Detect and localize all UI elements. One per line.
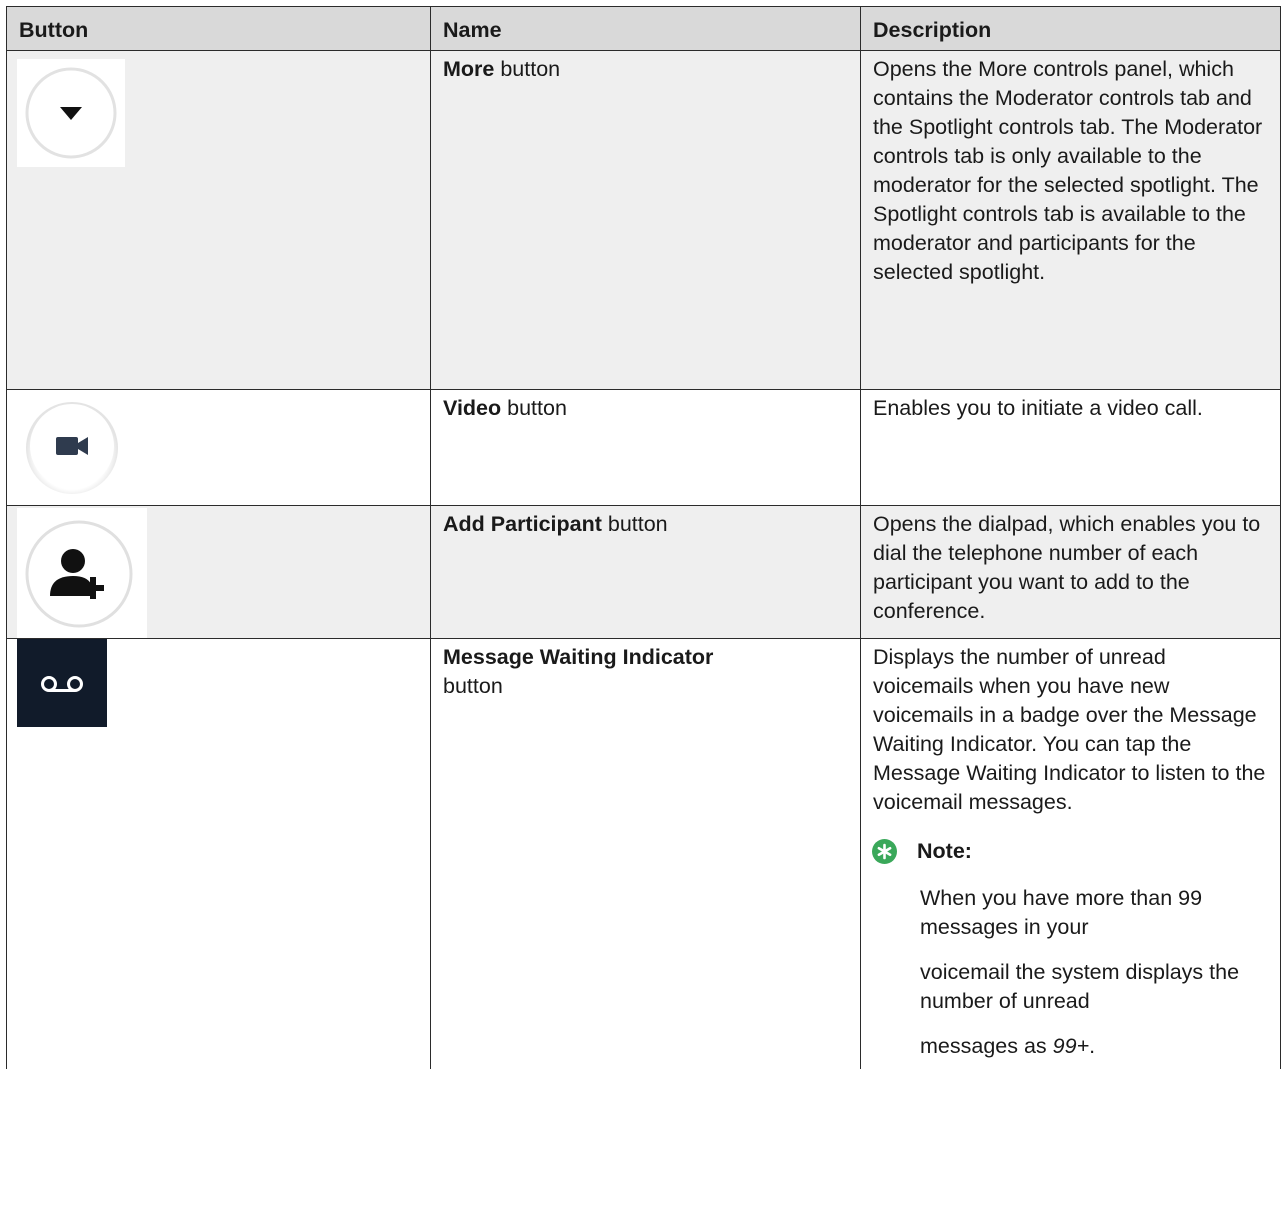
table-row: Add Participant button Opens the dialpad… bbox=[6, 505, 1281, 639]
name-cell: Add Participant button bbox=[430, 505, 861, 639]
description-text: Displays the number of unread voicemails… bbox=[873, 645, 1266, 814]
video-camera-icon bbox=[26, 402, 118, 494]
button-cell bbox=[6, 389, 431, 506]
table-row: Message Waiting Indicator button Display… bbox=[6, 638, 1281, 1069]
button-cell bbox=[6, 505, 431, 639]
name-cell: Message Waiting Indicator button bbox=[430, 638, 861, 1069]
table-row: Video button Enables you to initiate a v… bbox=[6, 389, 1281, 506]
header-button: Button bbox=[6, 6, 431, 51]
button-name: More bbox=[443, 57, 495, 81]
note-text: messages as 99+. bbox=[920, 1032, 1268, 1061]
asterisk-badge-icon bbox=[872, 839, 897, 864]
button-cell bbox=[6, 50, 431, 390]
button-name-suffix: button bbox=[601, 512, 668, 536]
chevron-down-circle-icon bbox=[17, 59, 125, 167]
description-cell: Enables you to initiate a video call. bbox=[860, 389, 1281, 506]
header-description: Description bbox=[860, 6, 1281, 51]
note-text-value: 99+ bbox=[1052, 1034, 1090, 1058]
button-name: Add Participant bbox=[443, 512, 602, 536]
note-text: When you have more than 99 messages in y… bbox=[920, 886, 1203, 939]
description-text: Opens the More controls panel, which con… bbox=[873, 57, 1263, 284]
table-row: More button Opens the More controls pane… bbox=[6, 50, 1281, 390]
note-text: voicemail the system displays the number… bbox=[920, 960, 1240, 1013]
note-heading: Note: bbox=[872, 837, 1268, 866]
button-name: Message Waiting Indicator bbox=[443, 645, 714, 669]
button-name-suffix: button bbox=[501, 396, 567, 420]
button-cell bbox=[6, 638, 431, 1069]
note-text-suffix: . bbox=[1089, 1034, 1096, 1058]
description-cell: Opens the More controls panel, which con… bbox=[860, 50, 1281, 390]
note-body: When you have more than 99 messages in y… bbox=[873, 884, 1268, 1061]
name-cell: More button bbox=[430, 50, 861, 390]
button-name: Video bbox=[443, 396, 502, 420]
voicemail-icon bbox=[17, 639, 107, 727]
button-name-suffix: button bbox=[443, 674, 503, 698]
header-name: Name bbox=[430, 6, 861, 51]
description-cell: Opens the dialpad, which enables you to … bbox=[860, 505, 1281, 639]
description-cell: Displays the number of unread voicemails… bbox=[860, 638, 1281, 1069]
name-cell: Video button bbox=[430, 389, 861, 506]
table-header-row: Button Name Description bbox=[6, 6, 1281, 51]
description-text: Opens the dialpad, which enables you to … bbox=[873, 512, 1261, 623]
add-participant-icon bbox=[17, 508, 147, 638]
note-block: Note: When you have more than 99 message… bbox=[872, 837, 1268, 1061]
note-text-prefix: messages as bbox=[920, 1034, 1053, 1058]
button-name-suffix: button bbox=[494, 57, 561, 81]
note-title: Note: bbox=[917, 839, 972, 863]
description-text: Enables you to initiate a video call. bbox=[873, 396, 1203, 420]
buttons-table: Button Name Description More button Open… bbox=[6, 6, 1281, 1069]
